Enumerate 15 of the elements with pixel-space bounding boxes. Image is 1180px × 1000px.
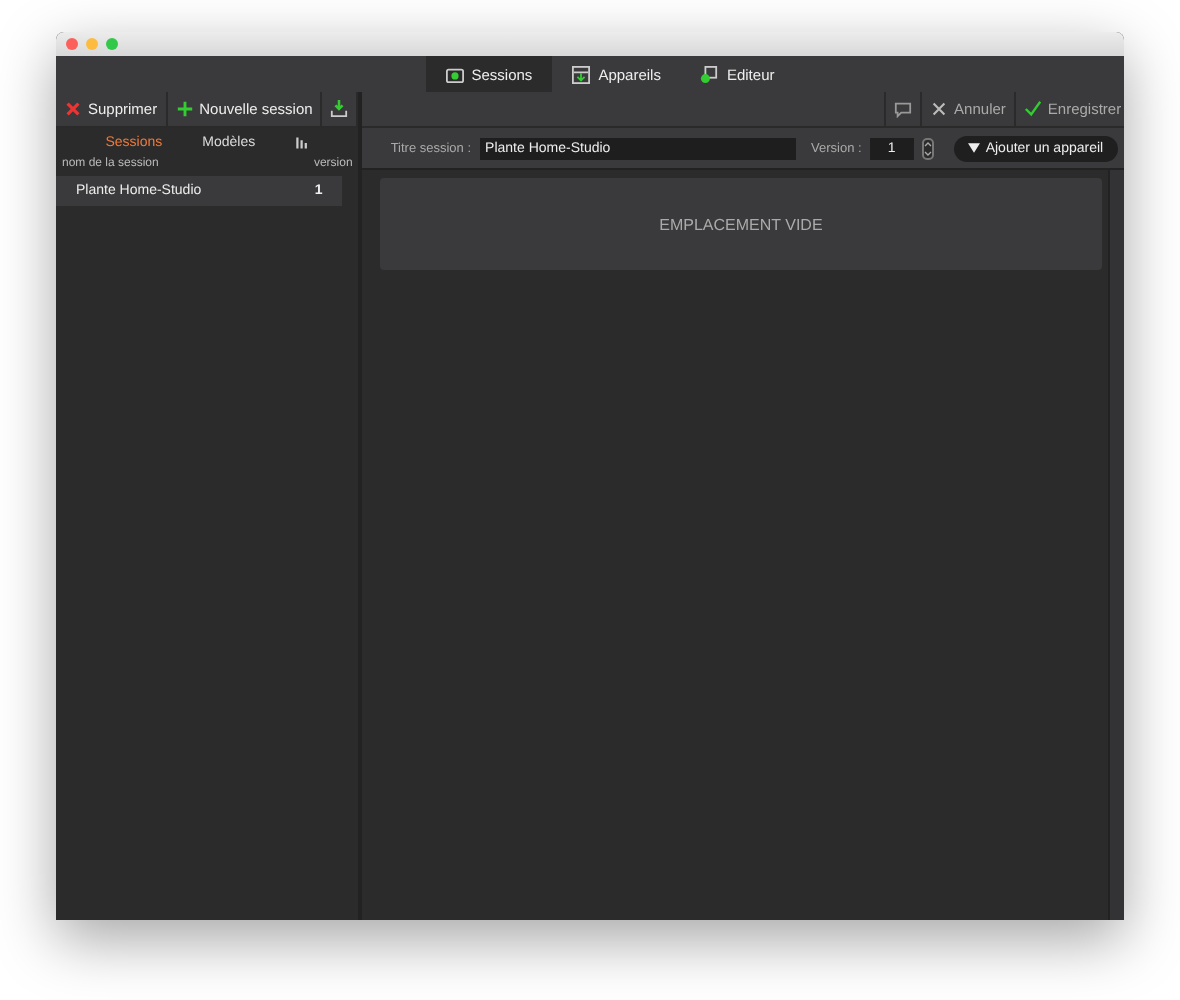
empty-slot: EMPLACEMENT VIDE: [380, 178, 1102, 270]
camera-icon: [445, 65, 464, 83]
download-icon: [330, 100, 349, 118]
plus-icon: [175, 100, 194, 118]
zoom-button[interactable]: [106, 38, 118, 50]
close-icon: [64, 100, 82, 118]
rack-icon: [572, 65, 591, 83]
checkmark-icon: [1023, 100, 1042, 118]
stepper-icon[interactable]: [921, 137, 934, 159]
close-icon: [930, 100, 949, 118]
editor-icon: [700, 65, 719, 83]
caret-icon: [967, 142, 980, 154]
chat-icon: [894, 100, 913, 118]
minimize-button[interactable]: [86, 38, 98, 50]
close-button[interactable]: [66, 38, 78, 50]
